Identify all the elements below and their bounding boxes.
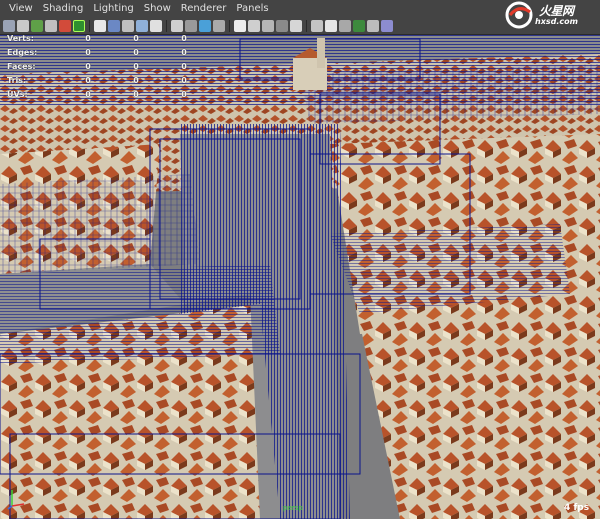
toolbar-separator bbox=[89, 19, 90, 32]
menu-lighting[interactable]: Lighting bbox=[88, 0, 138, 17]
render-view-icon[interactable] bbox=[381, 19, 393, 32]
hud-row-edges: Edges: 0 0 0 bbox=[7, 48, 197, 60]
watermark-url: hxsd.com bbox=[535, 17, 578, 26]
lighting-mode-icon[interactable] bbox=[339, 19, 351, 32]
hud-value: 0 bbox=[85, 90, 91, 99]
menu-view[interactable]: View bbox=[4, 0, 38, 17]
menu-renderer[interactable]: Renderer bbox=[176, 0, 232, 17]
xray-joints-icon[interactable] bbox=[262, 19, 274, 32]
toolbar-separator bbox=[166, 19, 167, 32]
toolbar-separator bbox=[229, 19, 230, 32]
hud-row-tris: Tris: 0 0 0 bbox=[7, 76, 197, 88]
xray-icon[interactable] bbox=[248, 19, 260, 32]
points-icon[interactable] bbox=[325, 19, 337, 32]
field-chart-icon[interactable] bbox=[108, 19, 120, 32]
image-plane-icon[interactable] bbox=[45, 19, 57, 32]
hud-row-uvs: UVs: 0 0 0 bbox=[7, 90, 197, 102]
isolate-select-icon[interactable] bbox=[276, 19, 288, 32]
hud-label: Edges: bbox=[7, 48, 38, 57]
3d-viewport[interactable] bbox=[0, 34, 600, 519]
hud-value: 0 bbox=[133, 76, 139, 85]
view-axis-icon bbox=[7, 490, 25, 510]
resolution-gate-icon[interactable] bbox=[94, 19, 106, 32]
use-all-lights-icon[interactable] bbox=[213, 19, 225, 32]
hud-value: 0 bbox=[133, 34, 139, 43]
bookmark-icon[interactable] bbox=[31, 19, 43, 32]
toolbar-separator bbox=[306, 19, 307, 32]
hud-value: 0 bbox=[133, 62, 139, 71]
camera-name-label: persp bbox=[283, 504, 303, 512]
hud-value: 0 bbox=[85, 62, 91, 71]
hud-label: Tris: bbox=[7, 76, 27, 85]
hud-value: 0 bbox=[181, 90, 187, 99]
hud-value: 0 bbox=[85, 48, 91, 57]
panel-menubar: View Shading Lighting Show Renderer Pane… bbox=[0, 0, 274, 17]
hud-value: 0 bbox=[85, 76, 91, 85]
panel-iconbar bbox=[0, 17, 393, 34]
menu-shading[interactable]: Shading bbox=[38, 0, 89, 17]
wireframe-icon[interactable] bbox=[150, 19, 162, 32]
shadows-icon[interactable] bbox=[234, 19, 246, 32]
camera-attributes-icon[interactable] bbox=[17, 19, 29, 32]
wireframe-on-shaded-icon[interactable] bbox=[185, 19, 197, 32]
safe-action-icon[interactable] bbox=[122, 19, 134, 32]
maya-viewport-panel: View Shading Lighting Show Renderer Pane… bbox=[0, 0, 600, 519]
hud-value: 0 bbox=[181, 62, 187, 71]
film-gate-icon[interactable] bbox=[73, 19, 85, 32]
hud-value: 0 bbox=[181, 76, 187, 85]
scene-render bbox=[0, 34, 600, 519]
grid-icon[interactable] bbox=[59, 19, 71, 32]
hud-row-verts: Verts: 0 0 0 bbox=[7, 34, 197, 46]
safe-title-icon[interactable] bbox=[136, 19, 148, 32]
high-quality-icon[interactable] bbox=[290, 19, 302, 32]
hud-value: 0 bbox=[181, 34, 187, 43]
hud-value: 0 bbox=[85, 34, 91, 43]
fps-counter: 4 fps bbox=[564, 503, 590, 513]
hxsd-logo-icon bbox=[505, 1, 533, 29]
hud-label: Verts: bbox=[7, 34, 34, 43]
hud-value: 0 bbox=[133, 48, 139, 57]
hud-value: 0 bbox=[181, 48, 187, 57]
textured-icon[interactable] bbox=[199, 19, 211, 32]
hud-label: UVs: bbox=[7, 90, 28, 99]
hud-label: Faces: bbox=[7, 62, 36, 71]
bounding-box-icon[interactable] bbox=[311, 19, 323, 32]
poly-count-hud: Verts: 0 0 0 Edges: 0 0 0 Faces: 0 0 0 T… bbox=[7, 34, 197, 99]
hud-value: 0 bbox=[133, 90, 139, 99]
isolate-icon[interactable] bbox=[353, 19, 365, 32]
hxsd-watermark: 火星网 hxsd.com bbox=[502, 0, 598, 30]
hud-row-faces: Faces: 0 0 0 bbox=[7, 62, 197, 74]
select-camera-icon[interactable] bbox=[3, 19, 15, 32]
smooth-shade-icon[interactable] bbox=[171, 19, 183, 32]
menu-show[interactable]: Show bbox=[139, 0, 176, 17]
menu-panels[interactable]: Panels bbox=[231, 0, 273, 17]
texture-placement-icon[interactable] bbox=[367, 19, 379, 32]
